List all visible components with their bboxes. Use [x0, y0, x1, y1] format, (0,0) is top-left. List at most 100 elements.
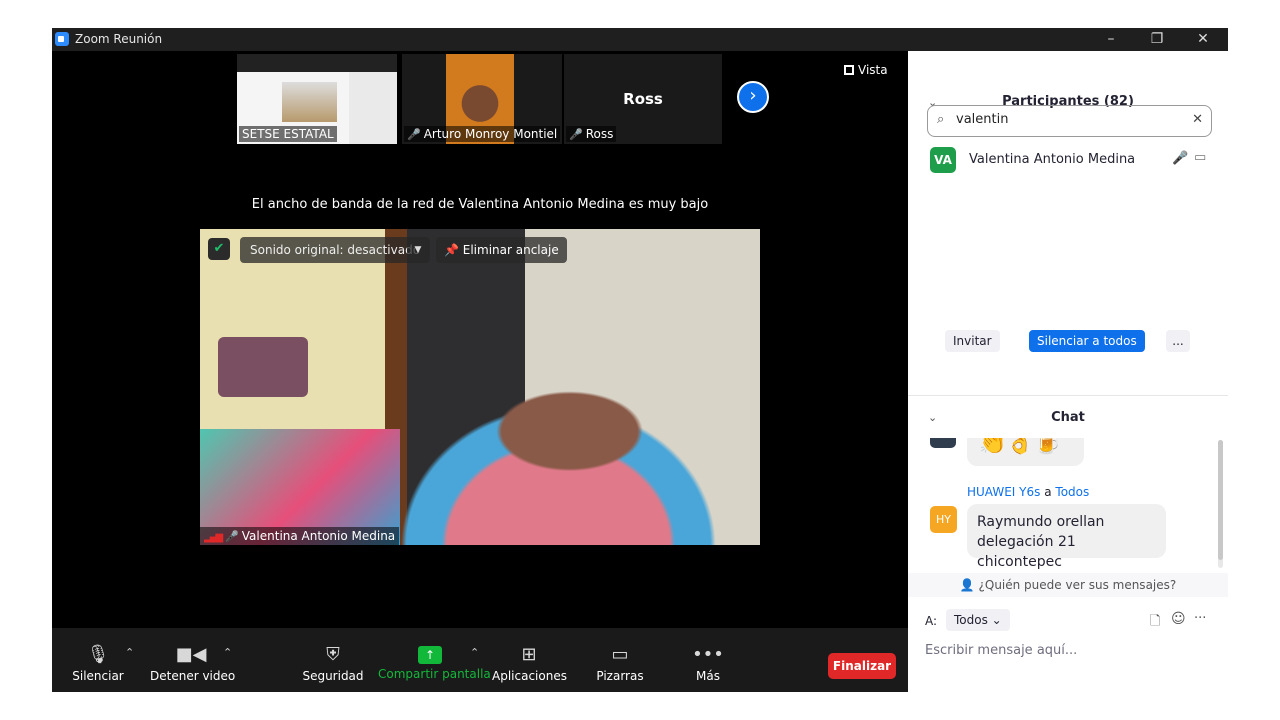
main-video-name: Valentina Antonio Medina — [241, 529, 396, 543]
chevron-down-icon: ⌄ — [991, 613, 1002, 627]
shield-check-icon: ✔ — [208, 238, 230, 260]
participants-more-button[interactable]: ... — [1166, 330, 1190, 352]
chevron-down-icon[interactable]: ▼ — [407, 237, 429, 263]
apps-button[interactable]: ⊞ Aplicaciones — [492, 628, 567, 692]
message-recipient: Todos — [1055, 485, 1090, 499]
security-label: Seguridad — [302, 669, 364, 683]
message-text-line: delegación 21 chicontepec — [977, 534, 1076, 570]
chat-title: Chat — [1051, 410, 1085, 425]
thumbnail-label: SETSE ESTATAL — [239, 126, 337, 142]
title-bar: Zoom Reunión – ❐ ✕ — [52, 28, 1228, 51]
avatar: VA — [930, 147, 956, 173]
main-video[interactable]: ✔ Sonido original: desactivado ▼ 📌 Elimi… — [200, 229, 760, 545]
screen-preview-header — [237, 54, 397, 72]
message-bubble: Raymundo orellan delegación 21 chicontep… — [967, 504, 1166, 570]
recipient-select[interactable]: Todos ⌄ — [946, 609, 1010, 631]
video-camera-icon: ■◀ — [175, 644, 207, 665]
pin-icon: 📌 — [444, 243, 463, 257]
low-signal-icon: ▂▄▆ — [204, 532, 223, 543]
search-icon: ⌕ — [937, 112, 945, 127]
who-can-see-label: ¿Quién puede ver sus mensajes? — [978, 578, 1177, 592]
chat-message-input[interactable] — [925, 639, 1215, 661]
share-screen-label: Compartir pantalla — [378, 667, 491, 681]
participant-thumbnail-setse[interactable]: SETSE ESTATAL — [237, 54, 397, 144]
chat-messages[interactable]: 👏👌🍺 HUAWEI Y6s a Todos HY Raymundo orell… — [908, 438, 1228, 573]
mute-label: Silenciar — [72, 669, 124, 683]
mute-button[interactable]: 🎙 Silenciar — [68, 628, 128, 692]
thumbnail-label: 🎤 Arturo Monroy Montiel — [404, 126, 561, 142]
unpin-button[interactable]: 📌 Eliminar anclaje — [436, 237, 567, 263]
unpin-label: Eliminar anclaje — [462, 243, 559, 257]
share-screen-button[interactable]: ↑ Compartir pantalla — [378, 628, 491, 692]
chevron-up-icon[interactable]: ⌃ — [223, 646, 232, 659]
video-area: SETSE ESTATAL 🎤 Arturo Monroy Montiel Ros… — [52, 51, 908, 628]
section-divider — [908, 395, 1228, 396]
thumbnail-label-text: Arturo Monroy Montiel — [423, 127, 558, 141]
clear-search-icon[interactable]: ✕ — [1192, 112, 1203, 127]
mute-all-button[interactable]: Silenciar a todos — [1029, 330, 1145, 352]
security-button[interactable]: ⛨ Seguridad — [302, 628, 364, 692]
more-dots-icon[interactable]: ··· — [1194, 611, 1206, 626]
file-icon[interactable]: 🗋 — [1150, 612, 1160, 634]
message-connector: a — [1044, 485, 1052, 499]
emoji-icon[interactable]: ☺ — [1171, 611, 1186, 627]
avatar — [930, 438, 956, 448]
chevron-up-icon[interactable]: ⌃ — [470, 646, 479, 659]
original-sound-button[interactable]: Sonido original: desactivado — [240, 237, 431, 263]
who-can-see-messages[interactable]: 👤 ¿Quién puede ver sus mensajes? — [908, 573, 1228, 597]
next-page-arrow-icon[interactable]: › — [737, 81, 769, 113]
end-meeting-button[interactable]: Finalizar — [828, 653, 896, 679]
minimize-button[interactable]: – — [1088, 28, 1134, 51]
recipient-label: A: — [925, 614, 938, 628]
more-label: Más — [696, 669, 720, 683]
side-panel: ⌄ Participantes (82) ⌕ ✕ VA Valentina An… — [908, 51, 1228, 692]
thumbnail-label: 🎤 Ross — [566, 126, 617, 142]
more-button[interactable]: ••• Más — [686, 628, 730, 692]
whiteboard-icon: ▭ — [611, 644, 629, 665]
video-camera-icon[interactable]: ▭ — [1194, 150, 1206, 165]
stop-video-button[interactable]: ■◀ Detener video — [150, 628, 236, 692]
message-header: HUAWEI Y6s a Todos — [967, 485, 1089, 499]
chat-scrollbar-thumb[interactable] — [1218, 440, 1223, 560]
participant-thumbnail-arturo[interactable]: 🎤 Arturo Monroy Montiel — [402, 54, 562, 144]
mic-muted-icon: 🎤 — [407, 128, 421, 141]
participant-search[interactable]: ⌕ ✕ — [927, 105, 1212, 137]
mic-muted-icon: 🎤 — [569, 128, 583, 141]
participant-search-input[interactable] — [956, 112, 1176, 127]
camera-preview — [282, 82, 337, 122]
video-scene-bag — [218, 337, 308, 397]
person-icon: 👤 — [959, 578, 979, 592]
whiteboards-label: Pizarras — [596, 669, 644, 683]
participant-name-tile: Ross — [623, 90, 663, 108]
apps-label: Aplicaciones — [492, 669, 567, 683]
stop-video-label: Detener video — [150, 669, 236, 683]
participant-name: Valentina Antonio Medina — [969, 152, 1136, 167]
invite-button[interactable]: Invitar — [945, 330, 1000, 352]
mic-muted-icon: 🎤 — [225, 530, 239, 543]
share-screen-icon: ↑ — [418, 646, 442, 664]
avatar: HY — [930, 506, 957, 533]
microphone-icon: 🎙 — [86, 644, 110, 665]
recipient-value: Todos — [954, 613, 988, 627]
message-text-line: Raymundo orellan — [977, 514, 1105, 530]
message-sender: HUAWEI Y6s — [967, 485, 1041, 499]
participant-thumbnail-ross[interactable]: Ross 🎤 Ross — [564, 54, 722, 144]
message-bubble: 👏👌🍺 — [967, 438, 1084, 466]
meeting-toolbar: 🎙 Silenciar ⌃ ■◀ Detener video ⌃ ⛨ Segur… — [52, 628, 908, 692]
whiteboards-button[interactable]: ▭ Pizarras — [592, 628, 648, 692]
mic-muted-icon[interactable]: 🎤 — [1172, 151, 1188, 166]
thumbnail-label-text: Ross — [585, 127, 614, 141]
zoom-app-icon — [55, 32, 69, 46]
bandwidth-notice: El ancho de banda de la red de Valentina… — [251, 197, 709, 212]
participant-row[interactable]: VA Valentina Antonio Medina 🎤 ▭ — [930, 147, 1220, 173]
view-button[interactable]: Vista — [844, 63, 888, 77]
restore-button[interactable]: ❐ — [1134, 28, 1180, 51]
grid-icon — [844, 65, 854, 75]
chevron-up-icon[interactable]: ⌃ — [125, 646, 134, 659]
zoom-window: Zoom Reunión – ❐ ✕ SETSE ESTATAL 🎤 Arturo… — [52, 28, 1228, 692]
apps-icon: ⊞ — [521, 644, 537, 665]
shield-icon: ⛨ — [326, 644, 340, 665]
window-title: Zoom Reunión — [75, 32, 163, 46]
view-label: Vista — [858, 63, 888, 77]
close-window-button[interactable]: ✕ — [1180, 28, 1226, 51]
